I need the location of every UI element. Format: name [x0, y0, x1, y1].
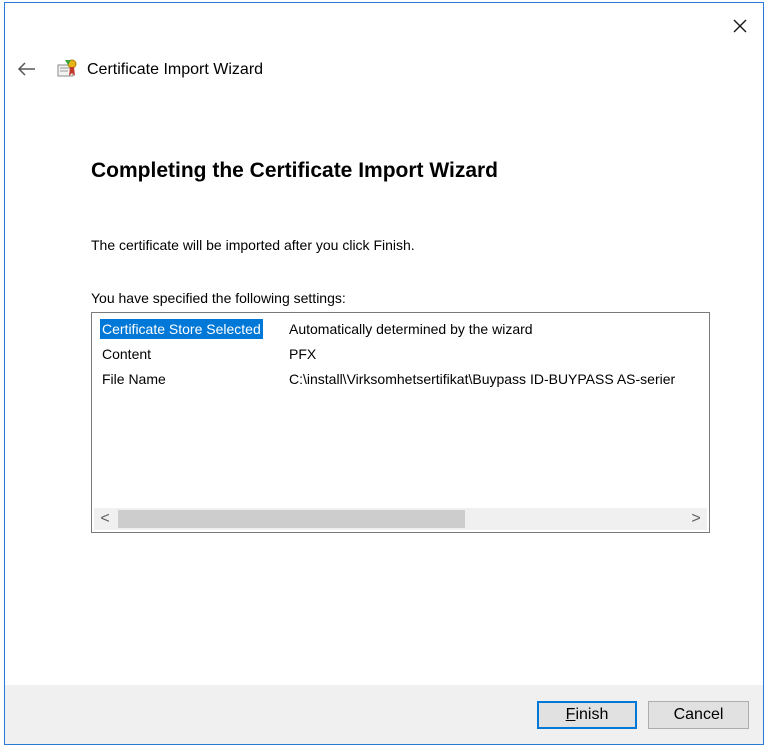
settings-row-store[interactable]: Certificate Store Selected Automatically… — [100, 319, 706, 339]
settings-row-value: PFX — [289, 346, 317, 362]
close-button[interactable] — [725, 11, 755, 41]
scrollbar-thumb[interactable] — [118, 510, 465, 528]
settings-row-name: Content — [102, 346, 152, 362]
back-button[interactable] — [15, 57, 39, 81]
settings-row-value: C:\install\Virksomhetsertifikat\Buypass … — [289, 371, 676, 387]
window-title: Certificate Import Wizard — [87, 61, 264, 78]
info-text: The certificate will be imported after y… — [91, 237, 415, 253]
scroll-left-icon[interactable]: < — [94, 508, 116, 530]
settings-row-value: Automatically determined by the wizard — [289, 321, 533, 337]
back-arrow-icon — [17, 62, 35, 76]
settings-label: You have specified the following setting… — [91, 290, 346, 306]
settings-row-content[interactable]: Content PFX — [100, 344, 706, 364]
scroll-right-icon[interactable]: > — [685, 508, 707, 530]
close-icon — [733, 19, 747, 33]
cancel-button[interactable]: Cancel — [648, 701, 749, 729]
button-bar: Finish Cancel — [5, 685, 763, 744]
certificate-import-wizard-window: Certificate Import Wizard Completing the… — [4, 2, 764, 745]
certificate-icon — [55, 56, 79, 80]
settings-list[interactable]: Certificate Store Selected Automatically… — [91, 312, 710, 533]
settings-row-name: File Name — [102, 371, 166, 387]
settings-row-name: Certificate Store Selected — [100, 319, 263, 339]
finish-button[interactable]: Finish — [537, 701, 637, 729]
page-heading: Completing the Certificate Import Wizard — [91, 159, 499, 182]
horizontal-scrollbar[interactable]: < > — [94, 508, 707, 530]
settings-row-file-name[interactable]: File Name C:\install\Virksomhetsertifika… — [100, 369, 706, 389]
